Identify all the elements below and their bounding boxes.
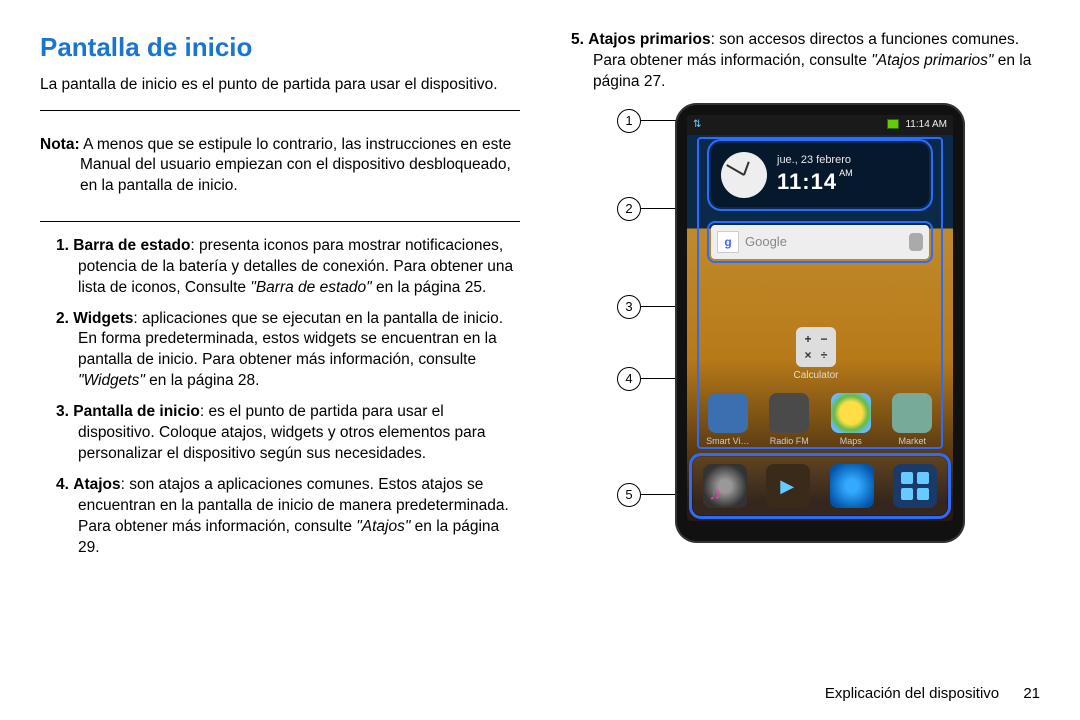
radio-icon [769, 393, 809, 433]
shortcut-market: Market [884, 393, 940, 447]
item-pantalla-inicio: 3. Pantalla de inicio: es el punto de pa… [78, 402, 520, 465]
footer-page-number: 21 [1023, 685, 1040, 702]
shortcut-radiofm: Radio FM [761, 393, 817, 447]
status-bar: ⇅ 11:14 AM [687, 115, 953, 135]
google-icon: g [717, 231, 739, 253]
note-label: Nota: [40, 136, 80, 153]
callout-4: 4 [617, 367, 641, 391]
item-atajos: 4. Atajos: son atajos a aplicaciones com… [78, 475, 520, 559]
search-widget: g Google [711, 225, 929, 259]
callout-1: 1 [617, 109, 641, 133]
intro-text: La pantalla de inicio es el punto de par… [40, 75, 520, 96]
battery-icon [887, 119, 899, 129]
maps-icon [831, 393, 871, 433]
definition-list-cont: 5. Atajos primarios: son accesos directo… [555, 30, 1040, 93]
note-paragraph: Nota: A menos que se estipule lo contrar… [40, 135, 520, 198]
footer-section-name: Explicación del dispositivo [825, 685, 999, 702]
phone-diagram: 1 2 3 4 5 ⇅ 11:14 AM [555, 103, 985, 543]
callout-5: 5 [617, 483, 641, 507]
market-icon [892, 393, 932, 433]
note-body: A menos que se estipule lo contrario, la… [80, 136, 511, 195]
status-time: 11:14 AM [905, 119, 947, 130]
video-icon [766, 464, 810, 508]
phone-screen: ⇅ 11:14 AM jue., 23 febrero 11:14AM [687, 115, 953, 521]
smartview-icon [708, 393, 748, 433]
clock-ampm: AM [839, 168, 853, 178]
wifi-icon: ⇅ [693, 118, 701, 132]
primary-shortcut-dock [693, 457, 947, 515]
item-barra-estado: 1. Barra de estado: presenta iconos para… [78, 236, 520, 299]
shortcut-smartview: Smart Vi… [700, 393, 756, 447]
callout-3: 3 [617, 295, 641, 319]
page-footer: Explicación del dispositivo 21 [825, 685, 1040, 702]
note-box: Nota: A menos que se estipule lo contrar… [40, 110, 520, 222]
clock-date: jue., 23 febrero [777, 153, 853, 168]
phone-frame: ⇅ 11:14 AM jue., 23 febrero 11:14AM [675, 103, 965, 543]
calculator-label: Calculator [781, 369, 851, 383]
apps-icon [893, 464, 937, 508]
shortcut-row: Smart Vi… Radio FM Maps Market [697, 393, 943, 447]
clock-widget: jue., 23 febrero 11:14AM [711, 143, 929, 207]
calculator-shortcut: +−×÷ Calculator [781, 327, 851, 383]
section-heading: Pantalla de inicio [40, 30, 520, 65]
browser-icon [830, 464, 874, 508]
shortcut-maps: Maps [823, 393, 879, 447]
clock-face-icon [721, 152, 767, 198]
definition-list: 1. Barra de estado: presenta iconos para… [40, 236, 520, 559]
callout-2: 2 [617, 197, 641, 221]
mic-icon [909, 233, 923, 251]
item-widgets: 2. Widgets: aplicaciones que se ejecutan… [78, 309, 520, 393]
item-atajos-primarios: 5. Atajos primarios: son accesos directo… [593, 30, 1040, 93]
search-placeholder: Google [745, 233, 909, 251]
clock-time: 11:14 [777, 169, 837, 194]
calculator-icon: +−×÷ [796, 327, 836, 367]
music-icon [703, 464, 747, 508]
